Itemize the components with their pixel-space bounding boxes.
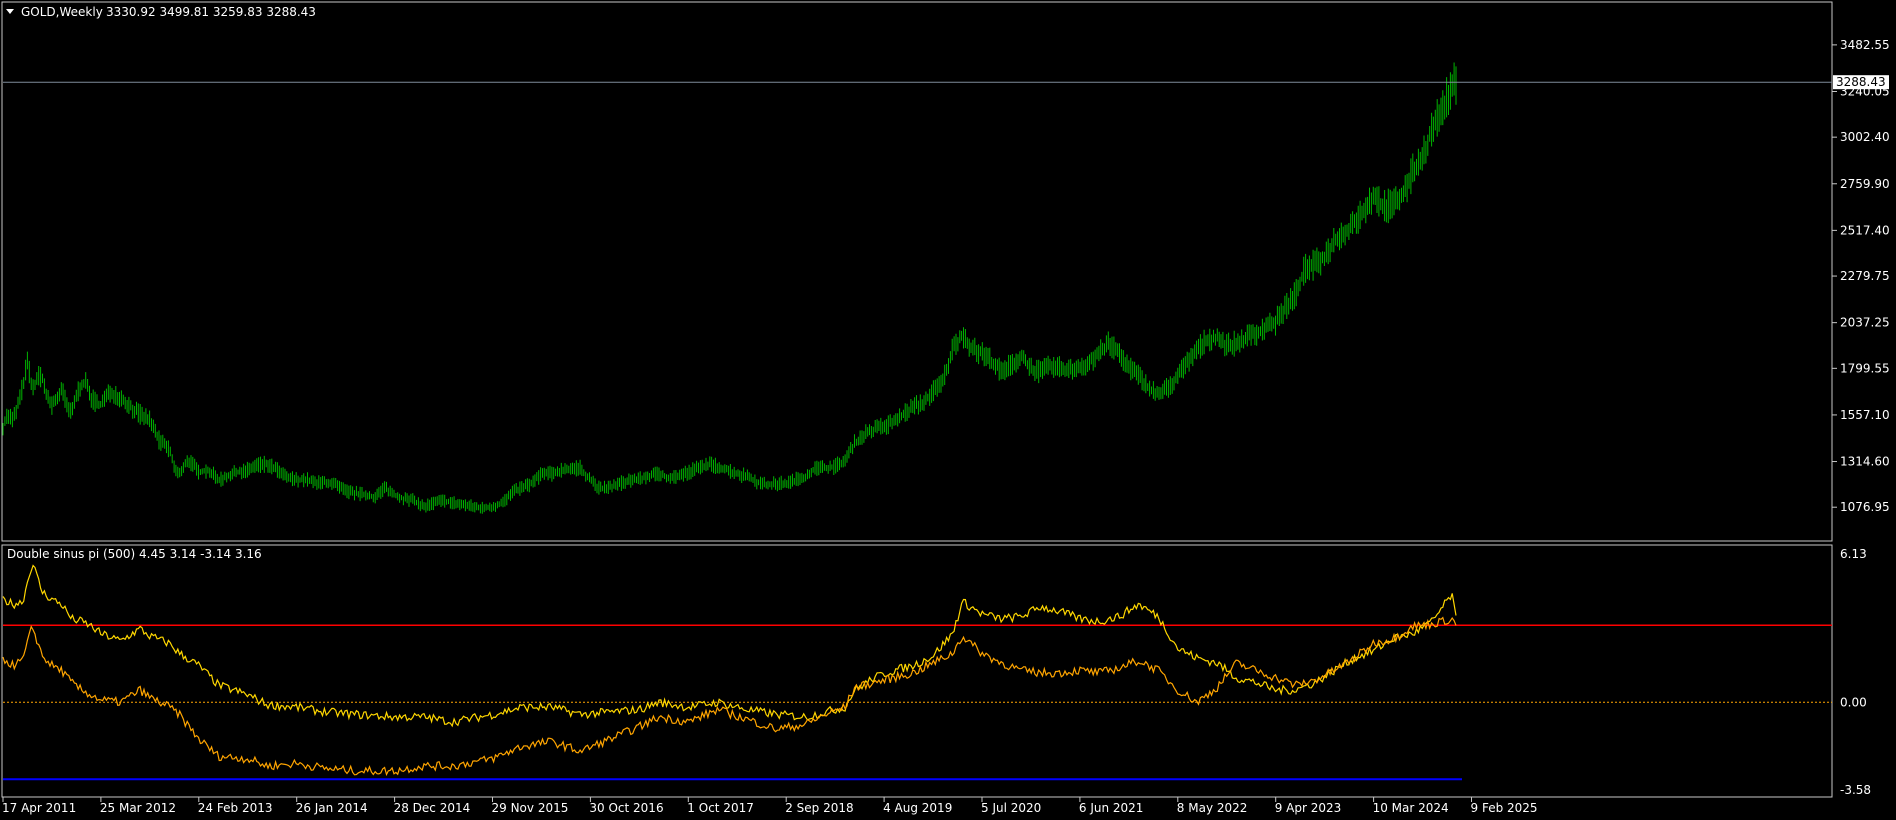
price-tick-label: 2279.75 bbox=[1840, 269, 1890, 283]
indicator-tick-label: 6.13 bbox=[1840, 547, 1867, 561]
time-tick-label: 8 May 2022 bbox=[1177, 801, 1248, 815]
time-tick-label: 10 Mar 2024 bbox=[1373, 801, 1449, 815]
price-tick-label: 2037.25 bbox=[1840, 316, 1890, 330]
chart-canvas[interactable]: 3482.553240.053002.402759.902517.402279.… bbox=[0, 0, 1896, 820]
main-panel-header: GOLD,Weekly 3330.92 3499.81 3259.83 3288… bbox=[6, 5, 316, 19]
price-tick-label: 3482.55 bbox=[1840, 38, 1890, 52]
time-tick-label: 30 Oct 2016 bbox=[589, 801, 663, 815]
price-tick-label: 1557.10 bbox=[1840, 408, 1890, 422]
chart-background bbox=[0, 0, 1896, 820]
time-tick-label: 5 Jul 2020 bbox=[981, 801, 1041, 815]
time-tick-label: 1 Oct 2017 bbox=[687, 801, 754, 815]
time-tick-label: 25 Mar 2012 bbox=[100, 801, 176, 815]
price-tick-label: 1076.95 bbox=[1840, 500, 1890, 514]
indicator-tick-label: 0.00 bbox=[1840, 695, 1867, 709]
price-tick-label: 2517.40 bbox=[1840, 223, 1890, 237]
indicator-title: Double sinus pi (500) 4.45 3.14 -3.14 3.… bbox=[7, 547, 262, 561]
time-tick-label: 28 Dec 2014 bbox=[394, 801, 471, 815]
price-tick-label: 1314.60 bbox=[1840, 455, 1890, 469]
symbol-label: GOLD,Weekly bbox=[21, 5, 103, 19]
time-tick-label: 4 Aug 2019 bbox=[883, 801, 952, 815]
price-tick-label: 2759.90 bbox=[1840, 177, 1890, 191]
price-tick-label: 3002.40 bbox=[1840, 130, 1890, 144]
time-tick-label: 6 Jun 2021 bbox=[1079, 801, 1144, 815]
time-tick-label: 2 Sep 2018 bbox=[785, 801, 853, 815]
time-tick-label: 29 Nov 2015 bbox=[492, 801, 569, 815]
price-tag-label: 3288.43 bbox=[1836, 75, 1886, 89]
indicator-tick-label: -3.58 bbox=[1840, 783, 1871, 797]
time-tick-label: 9 Feb 2025 bbox=[1471, 801, 1538, 815]
time-tick-label: 17 Apr 2011 bbox=[2, 801, 76, 815]
ohlc-readout: 3330.92 3499.81 3259.83 3288.43 bbox=[106, 5, 316, 19]
time-tick-label: 24 Feb 2013 bbox=[198, 801, 273, 815]
time-tick-label: 9 Apr 2023 bbox=[1275, 801, 1342, 815]
time-tick-label: 26 Jan 2014 bbox=[296, 801, 368, 815]
price-tick-label: 1799.55 bbox=[1840, 361, 1890, 375]
